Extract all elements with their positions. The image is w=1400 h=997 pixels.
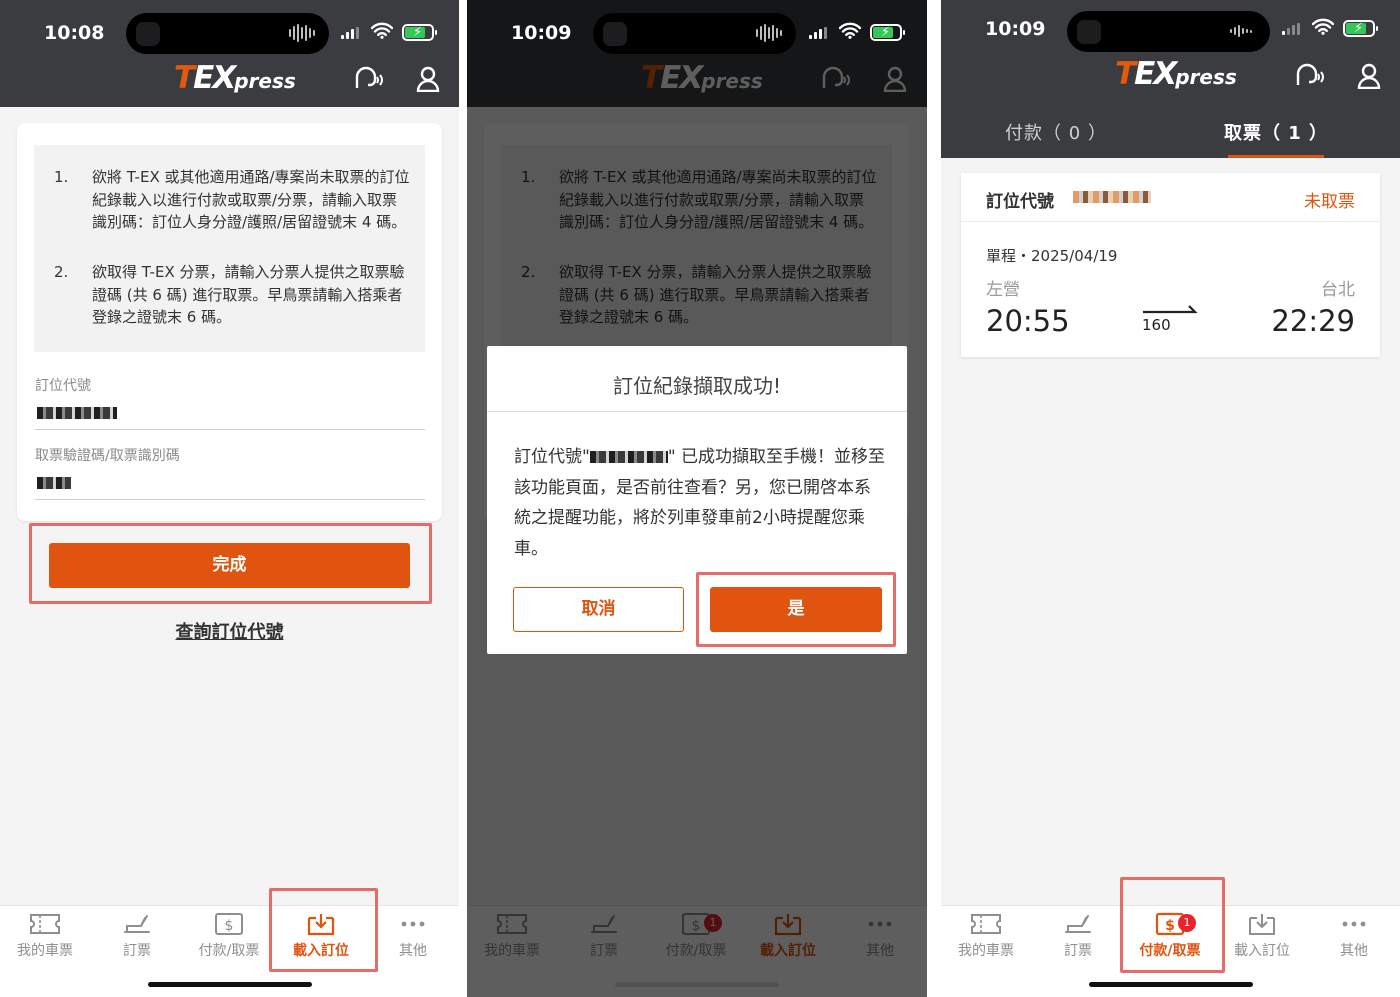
status-time: 10:09 [511, 22, 572, 44]
status-bar: 10:08 ⚡ [0, 0, 459, 62]
seat-icon [1065, 915, 1091, 933]
pay-pickup-tabs: 付款（ 0 ） 取票（ 1 ） [941, 107, 1400, 158]
ticket-icon [971, 914, 1001, 934]
booking-card[interactable]: 訂位代號 未取票 單程・2025/04/19 左營 台北 20:55 160 2… [961, 173, 1380, 357]
tab-book[interactable]: 訂票 [92, 912, 182, 960]
download-tray-icon [1249, 914, 1275, 935]
dialog-title: 訂位紀錄擷取成功! [612, 374, 782, 398]
wifi-icon [1312, 18, 1334, 35]
tab-pay-pickup[interactable]: $ 付款/取票 [184, 912, 274, 960]
verify-code-input[interactable] [35, 465, 425, 499]
voice-service-icon[interactable] [354, 66, 384, 94]
tab-book[interactable]: 訂票 [1033, 912, 1123, 960]
tab-load-booking[interactable]: 載入訂位 [1217, 912, 1307, 960]
tab-pay[interactable]: 付款（ 0 ） [941, 119, 1171, 145]
train-number: 160 [1142, 316, 1171, 334]
redacted-verify-code [37, 477, 71, 489]
texpress-logo: TEXpress [174, 60, 296, 96]
status-time: 10:08 [44, 22, 105, 44]
ticket-icon [30, 914, 60, 934]
cancel-button[interactable]: 取消 [513, 587, 684, 632]
battery-icon: ⚡ [870, 24, 905, 41]
load-booking-form: 1.欲將 T-EX 或其他適用通路/專案尚未取票的訂位紀錄載入以進行付款或取票/… [17, 123, 442, 521]
status-time: 10:09 [985, 18, 1046, 40]
tab-my-tickets[interactable]: 我的車票 [941, 912, 1031, 960]
cellular-signal-icon [809, 27, 827, 39]
more-dots-icon [401, 921, 425, 927]
lookup-booking-code-link[interactable]: 查詢訂位代號 [0, 618, 459, 644]
phone-screen-load-booking: TEXpress 10:08 ⚡ 1. 欲將 T-EX 或其他適用通路/專案尚未取… [0, 0, 459, 997]
booking-code-label: 訂位代號 [986, 192, 1054, 212]
active-tab-indicator [1228, 155, 1324, 158]
dynamic-island [593, 13, 796, 54]
origin-station: 左營 [986, 280, 1020, 300]
status-bar: 10:09 ⚡ [467, 0, 927, 62]
more-dots-icon [1342, 921, 1366, 927]
booking-code-label: 訂位代號 [35, 378, 91, 394]
home-indicator [1088, 982, 1253, 987]
tab-pickup[interactable]: 取票（ 1 ） [1161, 119, 1391, 145]
dynamic-island [1067, 11, 1270, 52]
tab-more[interactable]: 其他 [1309, 912, 1399, 960]
instructions-box: 1.欲將 T-EX 或其他適用通路/專案尚未取票的訂位紀錄載入以進行付款或取票/… [34, 145, 425, 352]
arrow-right-icon [1143, 305, 1198, 314]
status-badge: 未取票 [1304, 192, 1355, 212]
redacted-booking-code [37, 407, 117, 419]
cellular-signal-icon [341, 27, 359, 39]
bottom-tab-bar: 我的車票 訂票 $ 付款/取票 載入訂位 其他 [0, 905, 459, 997]
seat-icon [124, 915, 150, 933]
highlight-box [1120, 877, 1225, 973]
arrival-time: 22:29 [1271, 304, 1355, 338]
payment-icon: $ [215, 913, 243, 935]
destination-station: 台北 [1321, 280, 1355, 300]
wifi-icon [839, 22, 861, 39]
phone-screen-pay-pickup: TEXpress 10:09 ⚡ 付款（ 0 ） 取票（ 1 ） 訂位代號 未取… [941, 0, 1400, 997]
phone-screen-success-dialog: TEXpress 1.欲將 T-EX 或其他適用通路/專案尚未取票的訂位紀錄載入… [467, 0, 927, 997]
departure-time: 20:55 [986, 304, 1070, 338]
dynamic-island [126, 13, 329, 54]
verify-code-label: 取票驗證碼/取票識別碼 [35, 448, 180, 464]
voice-service-icon[interactable] [1295, 63, 1325, 91]
home-indicator [147, 982, 312, 987]
highlight-box [269, 888, 378, 972]
tab-more[interactable]: 其他 [368, 912, 458, 960]
wifi-icon [371, 22, 393, 39]
status-bar: 10:09 ⚡ [941, 0, 1400, 62]
battery-icon: ⚡ [1343, 20, 1378, 37]
redacted-booking-code [589, 451, 668, 463]
trip-date: 單程・2025/04/19 [986, 247, 1118, 265]
tab-my-tickets[interactable]: 我的車票 [0, 912, 90, 960]
battery-icon: ⚡ [402, 24, 437, 41]
booking-code-input[interactable] [35, 395, 425, 429]
dialog-message: 訂位代號" " 已成功擷取至手機！並移至該功能頁面，是否前往查看？另，您已開啓本系… [514, 447, 886, 559]
highlight-box [696, 572, 896, 647]
cellular-signal-icon [1282, 23, 1300, 35]
highlight-box [29, 523, 432, 604]
account-icon[interactable] [1357, 63, 1381, 89]
svg-text:$: $ [225, 918, 234, 934]
account-icon[interactable] [416, 66, 440, 92]
redacted-booking-code [1073, 191, 1151, 203]
